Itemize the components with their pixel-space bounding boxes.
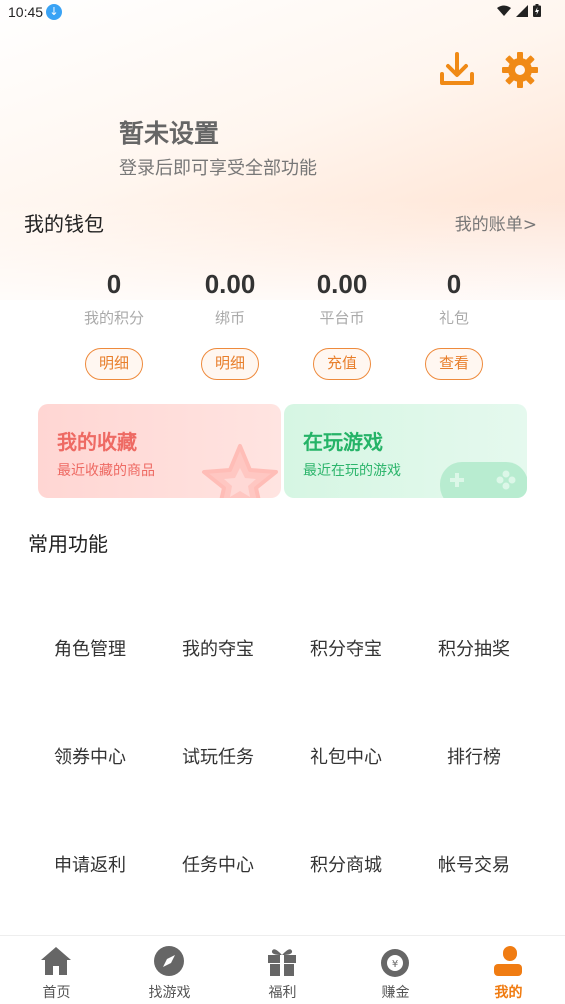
signal-icon	[516, 4, 528, 17]
function-coupon-center[interactable]: 领券中心	[26, 728, 154, 788]
wallet-platform-coin: 0.00 平台币 充值	[282, 268, 402, 380]
wallet-label: 我的积分	[83, 309, 144, 327]
playing-title: 在玩游戏	[303, 430, 383, 454]
function-points-mall[interactable]: 积分商城	[282, 836, 410, 896]
status-time: 10:45	[8, 4, 44, 20]
nav-label: 我的	[494, 985, 523, 1001]
function-my-treasure[interactable]: 我的夺宝	[154, 620, 282, 680]
wallet-title: 我的钱包	[24, 212, 104, 236]
gamepad-icon	[440, 462, 527, 498]
bound-coin-detail-button[interactable]: 明细	[201, 348, 259, 380]
recharge-button[interactable]: 充值	[313, 348, 371, 380]
gift-icon	[268, 949, 296, 976]
wallet-value: 0	[106, 269, 122, 299]
wallet-points: 0 我的积分 明细	[54, 268, 174, 380]
function-rebate[interactable]: 申请返利	[26, 836, 154, 896]
function-gift-center[interactable]: 礼包中心	[282, 728, 410, 788]
function-trial-task[interactable]: 试玩任务	[154, 728, 282, 788]
status-icons	[497, 4, 541, 17]
nav-label: 找游戏	[148, 985, 191, 1001]
download-icon	[440, 52, 474, 85]
star-icon	[202, 444, 278, 498]
svg-text:¥: ¥	[392, 959, 398, 970]
settings-button[interactable]	[500, 50, 540, 90]
wifi-icon	[497, 5, 511, 16]
wallet-value: 0	[446, 269, 462, 299]
nav-label: 福利	[268, 985, 297, 1001]
function-role-manage[interactable]: 角色管理	[26, 620, 154, 680]
points-detail-button[interactable]: 明细	[85, 348, 143, 380]
wallet-label: 平台币	[319, 309, 365, 327]
favorites-card[interactable]: 我的收藏 最近收藏的商品	[38, 404, 281, 498]
playing-subtitle: 最近在玩的游戏	[303, 463, 401, 479]
function-task-center[interactable]: 任务中心	[154, 836, 282, 896]
functions-title: 常用功能	[28, 532, 108, 556]
profile-subtitle: 登录后即可享受全部功能	[119, 158, 317, 179]
wallet-value: 0.00	[316, 269, 368, 299]
nav-home[interactable]: 首页	[0, 936, 113, 1004]
home-icon	[41, 947, 71, 975]
wallet-value: 0.00	[204, 269, 256, 299]
status-bar: 10:45 ↓	[0, 0, 565, 24]
bill-link[interactable]: 我的账单>	[455, 210, 537, 235]
profile-name[interactable]: 暂未设置	[119, 114, 219, 150]
favorites-subtitle: 最近收藏的商品	[57, 463, 155, 479]
function-ranking[interactable]: 排行榜	[410, 728, 538, 788]
nav-welfare[interactable]: 福利	[226, 936, 339, 1004]
nav-mine[interactable]: 我的	[452, 936, 565, 1004]
download-status-icon: ↓	[46, 4, 62, 20]
gift-view-button[interactable]: 查看	[425, 348, 483, 380]
wallet-label: 绑币	[214, 309, 245, 327]
function-points-treasure[interactable]: 积分夺宝	[282, 620, 410, 680]
money-bag-icon: ¥	[381, 949, 409, 977]
nav-earn[interactable]: ¥ 赚金	[339, 936, 452, 1004]
favorites-title: 我的收藏	[57, 430, 137, 454]
playing-card[interactable]: 在玩游戏 最近在玩的游戏	[284, 404, 527, 498]
compass-icon	[154, 946, 184, 976]
wallet-bound-coin: 0.00 绑币 明细	[170, 268, 290, 380]
battery-icon	[533, 4, 541, 17]
nav-label: 首页	[42, 985, 71, 1001]
download-button[interactable]	[437, 50, 477, 90]
function-points-lottery[interactable]: 积分抽奖	[410, 620, 538, 680]
nav-find-game[interactable]: 找游戏	[113, 936, 226, 1004]
wallet-gift-pack: 0 礼包 查看	[394, 268, 514, 380]
function-account-trade[interactable]: 帐号交易	[410, 836, 538, 896]
nav-label: 赚金	[381, 985, 410, 1001]
user-icon	[494, 946, 522, 976]
bottom-nav: 首页 找游戏 福利 ¥ 赚金 我的	[0, 935, 565, 1004]
wallet-label: 礼包	[438, 309, 469, 327]
gear-icon	[502, 52, 538, 88]
